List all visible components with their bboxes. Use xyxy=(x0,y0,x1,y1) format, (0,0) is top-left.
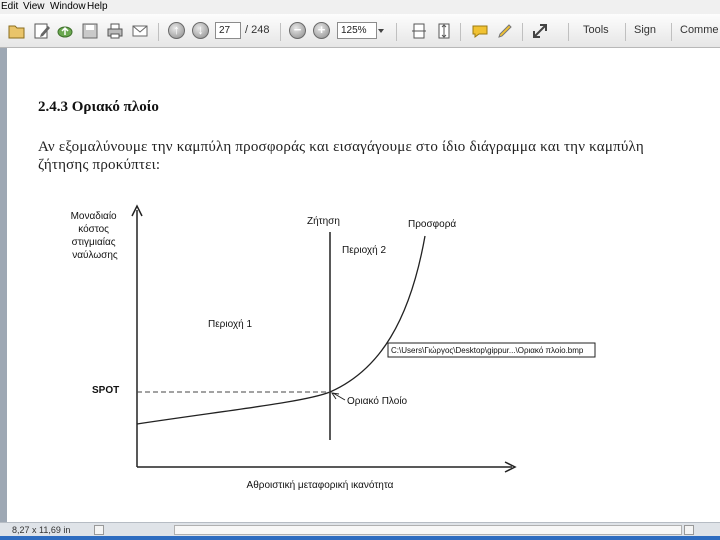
horizontal-scrollbar-thumb[interactable] xyxy=(174,525,682,535)
region-2-label: Περιοχή 2 xyxy=(342,244,386,256)
supply-label: Προσφορά xyxy=(408,218,456,230)
scroll-right-button[interactable] xyxy=(684,525,694,535)
y-axis-label: Μοναδιαίο κόστος στιγμιαίας ναύλωσης xyxy=(71,210,120,261)
y-label-line: κόστος xyxy=(78,223,109,235)
x-axis-label: Αθροιστική μεταφορική ικανότητα xyxy=(247,479,394,491)
scroll-left-button[interactable] xyxy=(94,525,104,535)
demand-label: Ζήτηση xyxy=(307,215,340,227)
marginal-ship-label: Οριακό Πλοίο xyxy=(347,395,408,407)
y-label-line: ναύλωσης xyxy=(72,249,118,261)
supply-demand-figure: Μοναδιαίο κόστος στιγμιαίας ναύλωσης Ζήτ… xyxy=(71,204,596,491)
file-path-text: C:\Users\Γιώργος\Desktop\gippur...\Οριακ… xyxy=(391,346,584,355)
spot-label: SPOT xyxy=(92,385,119,396)
y-label-line: στιγμιαίας xyxy=(72,236,116,248)
y-label-line: Μοναδιαίο xyxy=(71,210,117,222)
page-size-text: 8,27 x 11,69 in xyxy=(12,525,71,535)
region-1-label: Περιοχή 1 xyxy=(208,318,252,330)
window-bottom-edge xyxy=(0,536,720,540)
